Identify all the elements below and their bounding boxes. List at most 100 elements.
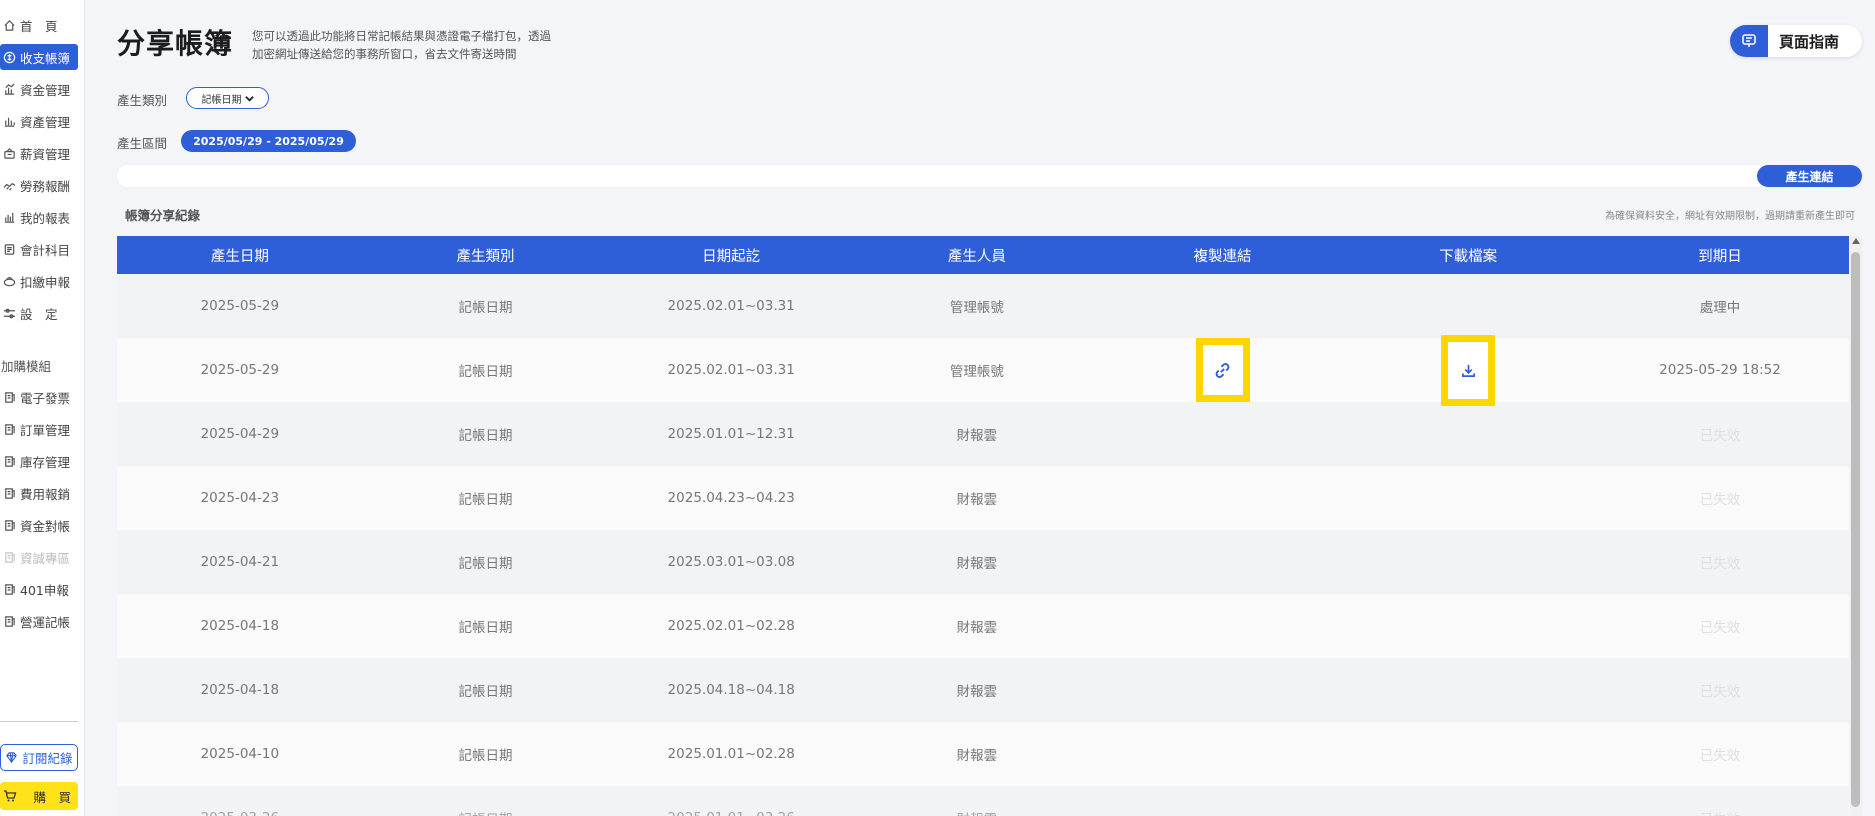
row-range: 2025.02.01~03.31	[667, 362, 795, 378]
addon-section-label: 加購模組	[1, 359, 52, 374]
sidebar-item-label: 訂單管理	[20, 422, 71, 438]
column-header: 日期起訖	[702, 248, 761, 265]
sidebar-item-label: 資金管理	[20, 82, 71, 98]
row-expiry: 已失效	[1699, 684, 1741, 700]
sidebar-addon-item[interactable]: 費用報銷	[0, 480, 80, 506]
type-select-value: 記帳日期	[201, 94, 242, 106]
sidebar-item-asset[interactable]: 資產管理	[0, 108, 80, 134]
generate-link-button[interactable]: 產生連結	[1757, 165, 1862, 187]
row-copy-link	[1100, 402, 1346, 466]
module-icon	[1, 613, 17, 629]
column-header: 產生日期	[210, 248, 269, 265]
row-copy-link	[1100, 338, 1346, 402]
module-icon	[1, 389, 17, 405]
sidebar-item-label: 首 頁	[20, 18, 58, 34]
sidebar-item-label: 扣繳申報	[20, 274, 71, 290]
sidebar-item-report[interactable]: 我的報表	[0, 204, 80, 230]
row-expiry: 已失效	[1699, 428, 1741, 444]
sidebar-addon-item[interactable]: 庫存管理	[0, 448, 80, 474]
sidebar-addon-item[interactable]: 營運記帳	[0, 608, 80, 634]
sidebar-addon-item[interactable]: 訂單管理	[0, 416, 80, 442]
sidebar-item-label: 會計科目	[20, 242, 71, 258]
chevron-down-icon	[244, 94, 254, 103]
row-type: 記帳日期	[458, 620, 513, 636]
row-user: 財報雲	[956, 684, 998, 700]
link-icon	[1214, 362, 1231, 379]
sidebar-addon-item[interactable]: 401申報	[0, 576, 80, 602]
records-note: 為確保資料安全，網址有效期限制，過期請重新產生即可	[1605, 211, 1855, 222]
scroll-up-icon[interactable]	[1852, 238, 1860, 244]
row-copy-link	[1100, 786, 1346, 816]
row-range: 2025.02.01~03.31	[667, 298, 795, 314]
sidebar-item-label: 我的報表	[20, 210, 71, 226]
sidebar-addon-item[interactable]: 電子發票	[0, 384, 80, 410]
sidebar-item-label: 勞務報酬	[20, 178, 71, 194]
subscription-record-button[interactable]: 訂閱紀錄	[0, 744, 78, 771]
row-user: 財報雲	[956, 748, 998, 764]
sidebar-item-coin[interactable]: 收支帳簿	[0, 44, 78, 70]
page-guide-label: 頁面指南	[1779, 32, 1840, 51]
column-header: 複製連結	[1193, 248, 1252, 265]
row-user: 財報雲	[956, 492, 998, 508]
module-icon	[1, 421, 17, 437]
column-header: 產生類別	[456, 248, 515, 265]
sidebar-item-fund[interactable]: 資金管理	[0, 76, 80, 102]
row-type: 記帳日期	[458, 364, 513, 380]
module-icon	[1, 549, 17, 565]
column-header: 到期日	[1698, 248, 1742, 265]
row-expiry: 已失效	[1699, 748, 1741, 764]
ledger-icon	[1, 241, 17, 257]
date-range-picker[interactable]: 2025/05/29 - 2025/05/29	[181, 130, 356, 152]
sidebar-item-home[interactable]: 首 頁	[0, 12, 80, 38]
row-date: 2025-03-26	[117, 786, 363, 816]
row-range: 2025.02.01~02.28	[667, 618, 795, 634]
sidebar-item-label: 營運記帳	[20, 614, 71, 630]
sidebar-item-handshake[interactable]: 勞務報酬	[0, 172, 80, 198]
sidebar-item-ledger[interactable]: 會計科目	[0, 236, 80, 262]
copy-link-button[interactable]	[1195, 338, 1250, 402]
row-range: 2025.01.01~03.26	[608, 786, 854, 816]
row-download	[1345, 658, 1591, 722]
report-icon	[1, 209, 17, 225]
sidebar-item-label: 設 定	[20, 306, 58, 322]
download-file-button[interactable]	[1441, 334, 1496, 406]
row-copy-link	[1100, 466, 1346, 530]
cart-icon	[3, 789, 17, 803]
table-row: 2025-04-18 記帳日期 2025.04.18~04.18 財報雲 已失效	[117, 658, 1849, 722]
sidebar-item-settings[interactable]: 設 定	[0, 300, 80, 326]
sidebar-item-tax[interactable]: 扣繳申報	[0, 268, 80, 294]
type-filter-label: 產生類別	[117, 93, 168, 108]
row-copy-link	[1100, 658, 1346, 722]
row-type: 記帳日期	[458, 684, 513, 700]
buy-button[interactable]: 購 買	[0, 782, 78, 810]
sidebar-item-salary[interactable]: 薪資管理	[0, 140, 80, 166]
diamond-icon	[5, 751, 18, 764]
row-date: 2025-04-10	[200, 746, 280, 762]
module-icon	[1, 517, 17, 533]
buy-label: 購 買	[33, 789, 71, 805]
table-row: 2025-04-23 記帳日期 2025.04.23~04.23 財報雲 已失效	[117, 466, 1849, 530]
table-row: 2025-04-18 記帳日期 2025.02.01~02.28 財報雲 已失效	[117, 594, 1849, 658]
coin-icon	[1, 49, 17, 65]
sidebar-item-label: 資金對帳	[20, 518, 71, 534]
sidebar: 首 頁收支帳簿資金管理資產管理薪資管理勞務報酬我的報表會計科目扣繳申報設 定加購…	[0, 0, 85, 816]
type-select[interactable]: 記帳日期	[186, 87, 269, 109]
scrollbar-thumb[interactable]	[1851, 252, 1860, 807]
guide-icon	[1730, 25, 1768, 57]
page-description-line-2: 加密網址傳送給您的事務所窗口，省去文件寄送時間	[252, 47, 517, 61]
row-date: 2025-04-29	[200, 426, 280, 442]
sidebar-item-label: 費用報銷	[20, 486, 71, 502]
records-title: 帳簿分享紀錄	[125, 208, 201, 223]
page-description: 您可以透過此功能將日常記帳結果與憑證電子檔打包，透過 加密網址傳送給您的事務所窗…	[252, 27, 582, 63]
row-date: 2025-05-29	[200, 362, 280, 378]
page-guide-button[interactable]: 頁面指南	[1730, 25, 1862, 57]
share-link-field[interactable]	[117, 165, 1862, 187]
sidebar-item-label: 薪資管理	[20, 146, 71, 162]
row-download	[1345, 594, 1591, 658]
sidebar-divider	[0, 721, 78, 722]
page-title: 分享帳簿	[117, 27, 234, 60]
row-download	[1345, 274, 1591, 338]
handshake-icon	[1, 177, 17, 193]
sidebar-item-label: 收支帳簿	[20, 50, 71, 66]
sidebar-addon-item[interactable]: 資金對帳	[0, 512, 80, 538]
